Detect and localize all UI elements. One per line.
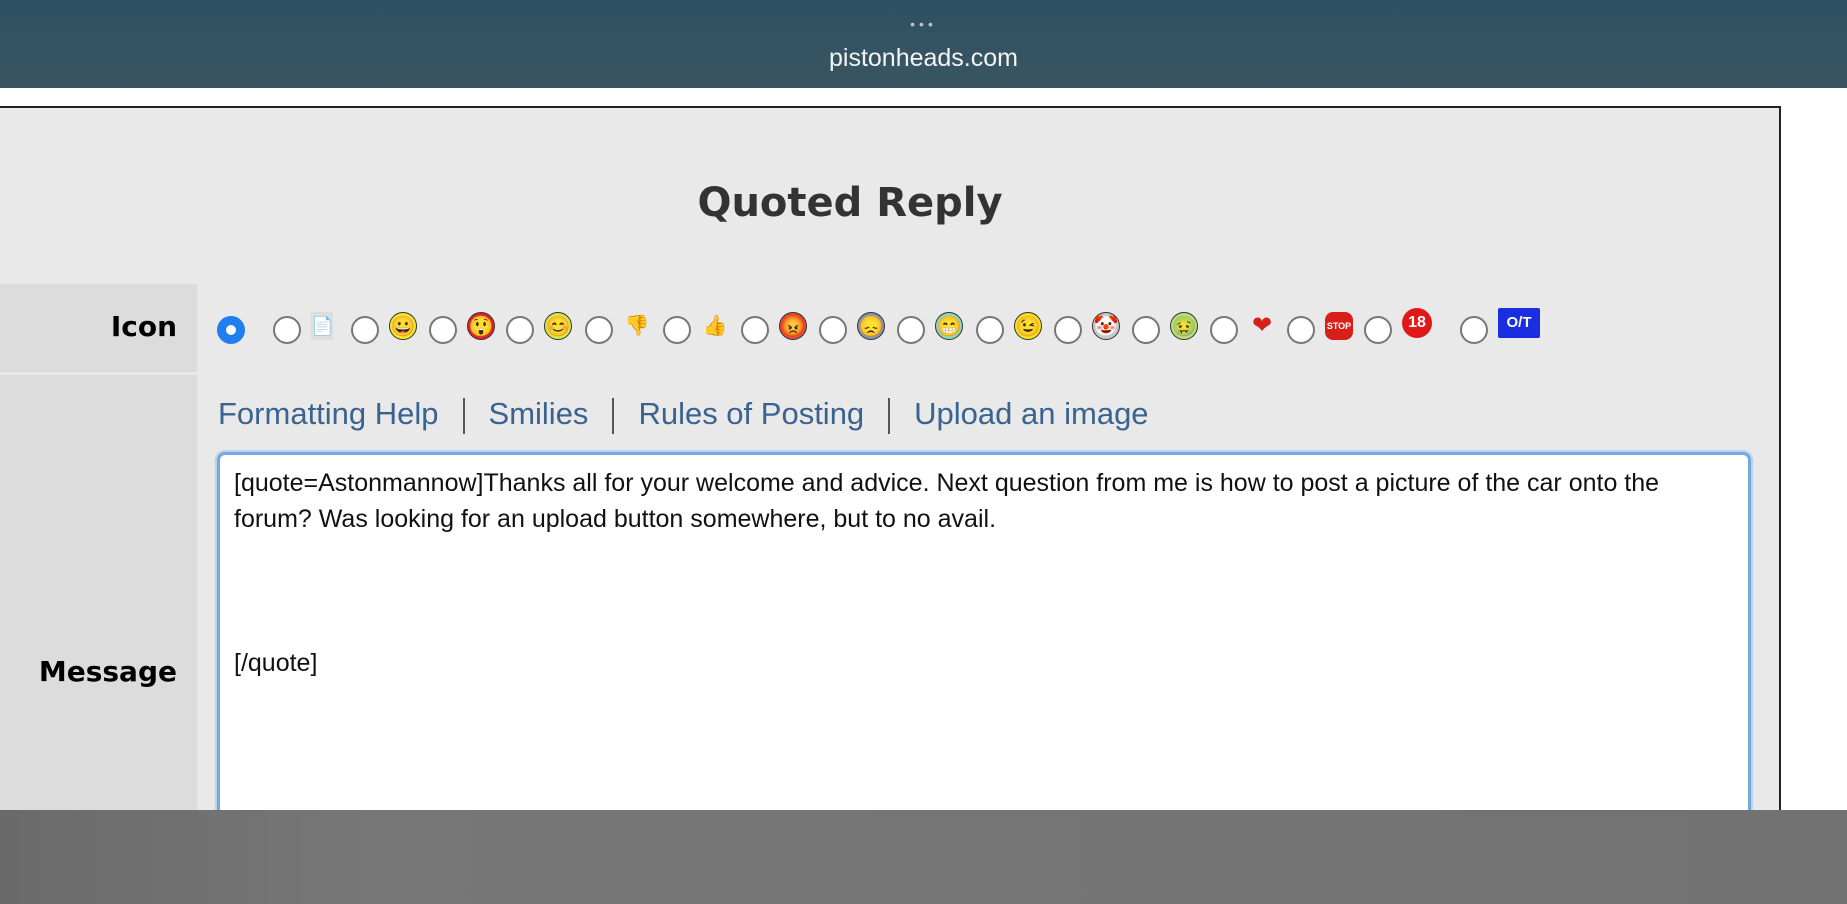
icon-label-cell: Icon [0, 284, 197, 372]
eighteen-icon: 18 [1402, 308, 1432, 338]
wink-icon: 😉 [1014, 312, 1042, 340]
icon-radio-shocked-red-icon[interactable] [429, 316, 457, 344]
link-divider [462, 397, 465, 434]
off-topic-icon: O/T [1498, 308, 1540, 338]
link-divider [612, 397, 615, 434]
icon-radio-teeth-grin-icon[interactable] [897, 316, 925, 344]
icon-radio-smile-icon[interactable] [506, 316, 534, 344]
sad-icon: 😞 [857, 312, 885, 340]
clown-icon: 🤡 [1092, 312, 1120, 340]
icon-radio-none[interactable] [217, 316, 245, 344]
icon-radio-angry-icon[interactable] [741, 316, 769, 344]
shocked-red-icon: 😲 [467, 312, 495, 340]
icon-radio-thumbs-down-icon[interactable] [585, 316, 613, 344]
address-bar-url[interactable]: pistonheads.com [0, 44, 1847, 73]
icon-radio-note-icon[interactable] [273, 316, 301, 344]
message-label: Message [38, 655, 177, 688]
browser-menu-dots-icon[interactable]: ••• [0, 16, 1847, 32]
browser-bottom-toolbar [0, 810, 1847, 904]
formatting-help-link[interactable]: Formatting Help [218, 396, 439, 432]
rules-of-posting-link[interactable]: Rules of Posting [638, 396, 864, 432]
icon-label: Icon [110, 310, 177, 343]
heart-icon: ❤ [1251, 312, 1273, 339]
angry-icon: 😡 [779, 312, 807, 340]
message-textarea[interactable] [217, 452, 1751, 852]
icon-radio-sick-icon[interactable] [1132, 316, 1160, 344]
icon-radio-wink-icon[interactable] [976, 316, 1004, 344]
icon-radio-eighteen-icon[interactable] [1364, 316, 1392, 344]
link-divider [888, 397, 891, 434]
icon-radio-sad-icon[interactable] [819, 316, 847, 344]
note-icon: 📄 [311, 312, 333, 340]
message-label-cell: Message [0, 375, 197, 815]
icon-radio-clown-icon[interactable] [1054, 316, 1082, 344]
thumbs-up-icon: 👍 [702, 315, 728, 337]
upload-image-link[interactable]: Upload an image [914, 396, 1148, 432]
form-title: Quoted Reply [697, 180, 1003, 226]
formatting-links: Formatting Help Smilies Rules of Posting Up… [218, 396, 1149, 434]
icon-radio-stop-sign-icon[interactable] [1287, 316, 1315, 344]
thumbs-down-icon: 👎 [624, 315, 650, 337]
stop-sign-icon: STOP [1325, 312, 1353, 340]
icon-radio-heart-icon[interactable] [1210, 316, 1238, 344]
icon-radio-grin-icon[interactable] [351, 316, 379, 344]
smile-icon: 😊 [544, 312, 572, 340]
smilies-link[interactable]: Smilies [489, 396, 589, 432]
grin-icon: 😀 [389, 312, 417, 340]
browser-top-bar: ••• pistonheads.com [0, 0, 1847, 88]
icon-radio-off-topic-icon[interactable] [1460, 316, 1488, 344]
sick-icon: 🤢 [1170, 312, 1198, 340]
icon-radio-thumbs-up-icon[interactable] [663, 316, 691, 344]
teeth-grin-icon: 😁 [935, 312, 963, 340]
